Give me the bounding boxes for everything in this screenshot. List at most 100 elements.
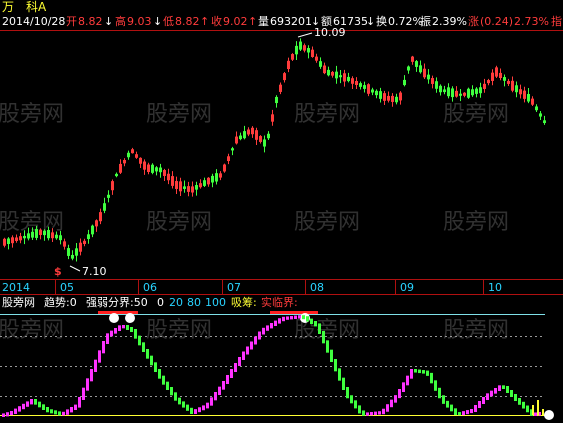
indicator-bar: [266, 325, 269, 331]
indicator-bar: [434, 380, 437, 391]
indicator-bar: [506, 386, 509, 393]
indicator-bar: [306, 316, 309, 322]
indicator-chart[interactable]: [0, 0, 563, 423]
indicator-bar: [330, 349, 333, 362]
indicator-bar: [210, 397, 213, 406]
indicator-bar: [138, 335, 141, 346]
indicator-bars: [2, 315, 544, 417]
indicator-bar: [22, 403, 25, 410]
indicator-bar: [426, 370, 429, 376]
indicator-bar: [430, 372, 433, 384]
indicator-bar: [126, 325, 129, 330]
indicator-bar: [74, 404, 77, 410]
indicator-bar: [42, 404, 45, 410]
indicator-bar: [238, 357, 241, 366]
indicator-bar: [490, 390, 493, 397]
indicator-bar: [298, 315, 301, 319]
indicator-bar: [290, 316, 293, 320]
indicator-bar: [482, 397, 485, 404]
indicator-bar: [146, 349, 149, 359]
indicator-bar: [118, 325, 121, 331]
indicator-bar: [270, 323, 273, 329]
indicator-bar: [286, 316, 289, 320]
indicator-bar: [390, 399, 393, 408]
indicator-bar: [370, 412, 373, 416]
indicator-bar: [14, 408, 17, 414]
indicator-bar: [450, 404, 453, 412]
indicator-bar: [294, 315, 297, 319]
absorb-bar: [532, 405, 534, 415]
indicator-bar: [258, 331, 261, 340]
indicator-bar: [46, 407, 49, 413]
indicator-bar: [358, 405, 361, 414]
indicator-bar: [6, 412, 9, 417]
indicator-bar: [410, 369, 413, 379]
indicator-bar: [158, 369, 161, 379]
indicator-bar: [82, 387, 85, 400]
indicator-bar: [190, 407, 193, 414]
indicator-bar: [418, 369, 421, 374]
stock-chart-window: 万 科A 2014/10/28 开 8.82 ↓ 高 9.03 ↓ 低 8.82…: [0, 0, 563, 423]
indicator-bar: [10, 411, 13, 416]
indicator-bar: [438, 387, 441, 399]
indicator-bar: [466, 410, 469, 415]
indicator-bar: [394, 395, 397, 403]
indicator-bar: [342, 377, 345, 390]
indicator-bar: [226, 375, 229, 384]
indicator-bar: [470, 409, 473, 414]
indicator-bar: [318, 323, 321, 334]
indicator-bar: [366, 412, 369, 416]
indicator-bar: [254, 336, 257, 345]
indicator-bar: [510, 390, 513, 397]
indicator-bar: [414, 369, 417, 373]
indicator-bar: [354, 400, 357, 409]
indicator-bar: [106, 333, 109, 344]
indicator-bar: [398, 389, 401, 399]
indicator-bar: [478, 401, 481, 408]
indicator-bar: [350, 395, 353, 404]
current-dot: [544, 410, 554, 420]
indicator-bar: [502, 385, 505, 389]
indicator-bar: [174, 392, 177, 401]
indicator-bar: [362, 410, 365, 416]
indicator-bar: [214, 392, 217, 401]
indicator-bar: [114, 328, 117, 334]
indicator-bar: [274, 320, 277, 326]
indicator-bar: [334, 359, 337, 372]
indicator-bar: [242, 351, 245, 360]
indicator-bar: [182, 401, 185, 408]
indicator-bar: [194, 409, 197, 414]
indicator-bar: [378, 411, 381, 415]
indicator-bar: [90, 369, 93, 382]
indicator-bar: [402, 382, 405, 392]
indicator-bar: [66, 409, 69, 415]
indicator-bar: [38, 401, 41, 408]
indicator-bar: [206, 402, 209, 409]
indicator-bar: [110, 330, 113, 337]
indicator-bar: [406, 375, 409, 386]
indicator-bar: [474, 405, 477, 412]
indicator-bar: [202, 405, 205, 411]
indicator-bar: [70, 407, 73, 413]
indicator-bar: [186, 404, 189, 411]
absorb-bar: [542, 409, 544, 415]
peak-dot: [109, 313, 119, 323]
critical-zone-marker: [270, 311, 318, 314]
indicator-bar: [230, 369, 233, 378]
indicator-bar: [18, 406, 21, 412]
indicator-bar: [462, 411, 465, 416]
indicator-bar: [54, 410, 57, 415]
indicator-bar: [98, 350, 101, 363]
indicator-bar: [86, 378, 89, 391]
indicator-bar: [514, 394, 517, 401]
indicator-bar: [382, 408, 385, 415]
indicator-bar: [130, 327, 133, 332]
indicator-bar: [246, 346, 249, 355]
absorb-bar: [537, 400, 539, 415]
indicator-bar: [250, 341, 253, 350]
indicator-bar: [458, 412, 461, 416]
indicator-bar: [198, 407, 201, 413]
indicator-bar: [278, 318, 281, 324]
indicator-bar: [58, 411, 61, 416]
indicator-bar: [422, 370, 425, 374]
